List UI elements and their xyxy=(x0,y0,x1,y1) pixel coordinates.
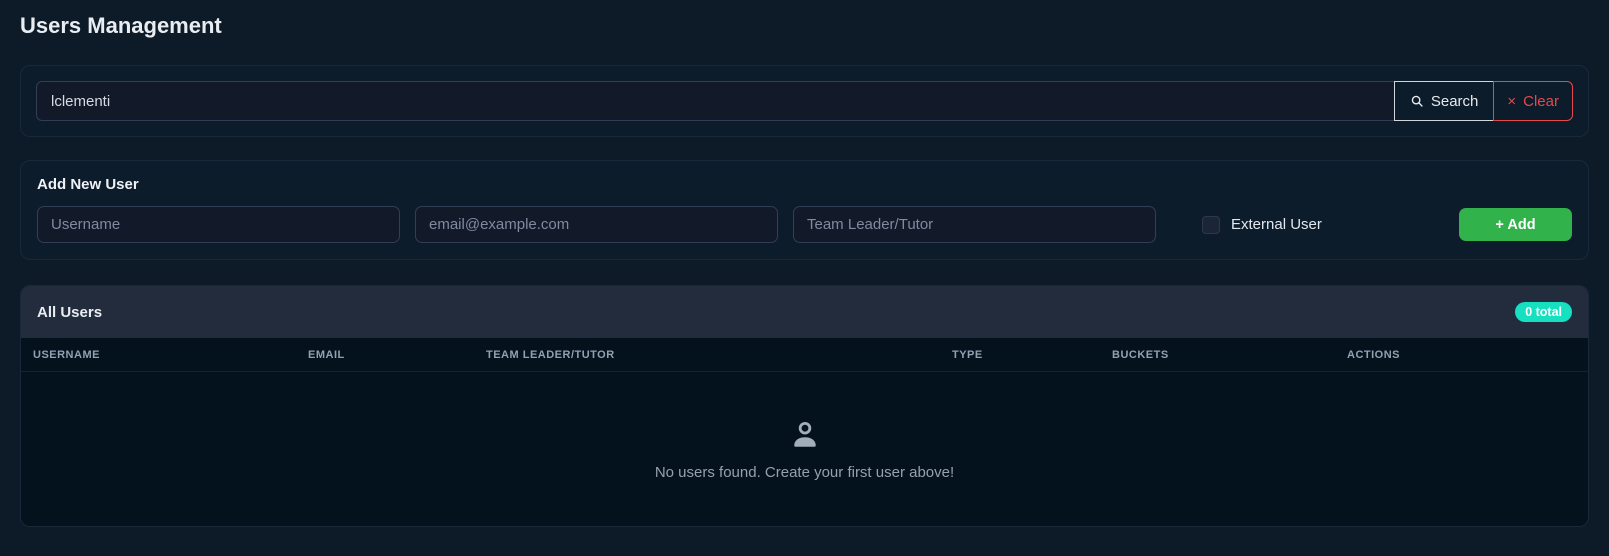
add-user-title: Add New User xyxy=(37,177,1572,193)
column-header-buckets: Buckets xyxy=(1112,349,1347,361)
column-header-team-leader: Team Leader/Tutor xyxy=(486,349,952,361)
search-input[interactable] xyxy=(36,81,1395,121)
column-header-type: Type xyxy=(952,349,1112,361)
search-panel: Search × Clear xyxy=(20,65,1589,137)
column-header-email: Email xyxy=(308,349,486,361)
email-input[interactable] xyxy=(415,206,778,243)
users-management-page: Users Management Search × Clear Add New … xyxy=(0,0,1609,527)
search-button-label: Search xyxy=(1431,93,1479,110)
clear-button[interactable]: × Clear xyxy=(1493,81,1573,121)
team-leader-input[interactable] xyxy=(793,206,1156,243)
column-header-username: Username xyxy=(33,349,308,361)
users-panel-title: All Users xyxy=(37,304,102,321)
search-button[interactable]: Search xyxy=(1394,81,1495,121)
search-icon xyxy=(1410,94,1424,108)
page-title: Users Management xyxy=(20,12,1589,40)
user-icon xyxy=(788,418,822,452)
close-icon: × xyxy=(1507,94,1516,109)
add-button[interactable]: + Add xyxy=(1459,208,1572,241)
users-table-header-row: Username Email Team Leader/Tutor Type Bu… xyxy=(21,338,1588,372)
clear-button-label: Clear xyxy=(1523,93,1559,110)
add-user-panel: Add New User External User + Add xyxy=(20,160,1589,260)
external-user-checkbox[interactable] xyxy=(1202,216,1220,234)
users-table-empty-state: No users found. Create your first user a… xyxy=(21,372,1588,526)
username-input[interactable] xyxy=(37,206,400,243)
external-user-label: External User xyxy=(1231,216,1322,233)
users-panel: All Users 0 total Username Email Team Le… xyxy=(20,285,1589,527)
total-count-badge: 0 total xyxy=(1515,302,1572,323)
users-panel-header: All Users 0 total xyxy=(21,286,1588,338)
add-user-form-row: External User + Add xyxy=(37,206,1572,243)
column-header-actions: Actions xyxy=(1347,349,1576,361)
empty-message: No users found. Create your first user a… xyxy=(655,464,954,481)
